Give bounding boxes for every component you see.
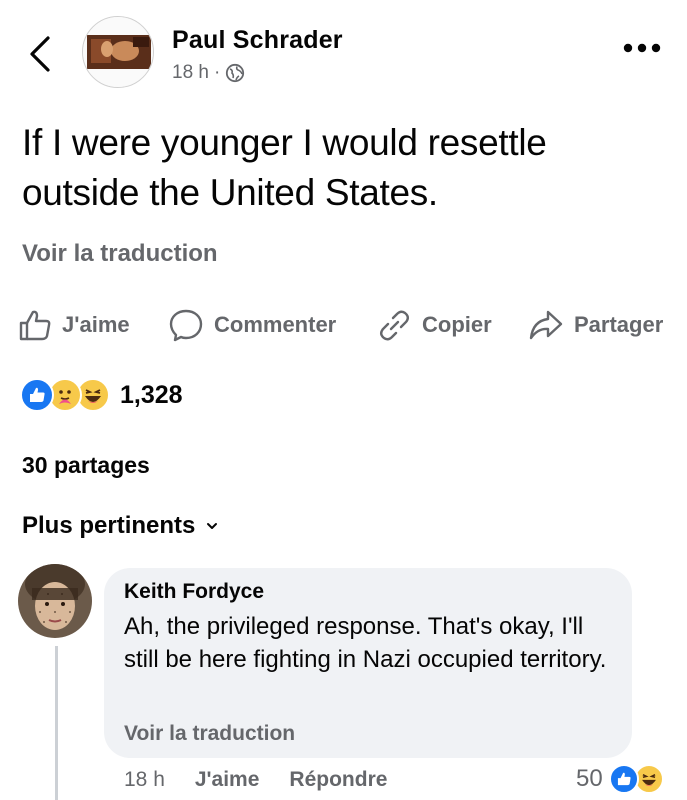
comment-label: Commenter: [214, 312, 337, 337]
reactions-summary[interactable]: 1,328: [20, 378, 183, 412]
share-arrow-icon: [529, 310, 563, 340]
thumbs-up-icon: [19, 310, 51, 341]
avatar-photo: [83, 17, 153, 87]
chevron-left-icon: [30, 36, 50, 72]
commenter-avatar[interactable]: [18, 564, 92, 638]
chevron-down-icon: [207, 523, 218, 529]
post-time[interactable]: 18 h: [172, 62, 209, 84]
like-label: J'aime: [62, 312, 130, 337]
comment-reply-button[interactable]: Répondre: [289, 768, 387, 792]
more-dots-icon: [623, 43, 661, 53]
meta-separator: ·: [213, 62, 221, 83]
like-button[interactable]: J'aime: [18, 308, 130, 342]
comment-sort-dropdown[interactable]: Plus pertinents: [22, 512, 219, 540]
commenter-name[interactable]: Keith Fordyce: [124, 580, 264, 604]
copy-button[interactable]: Copier: [376, 308, 492, 342]
author-name[interactable]: Paul Schrader: [172, 26, 343, 55]
like-reaction-icon: [20, 378, 54, 412]
comment-time[interactable]: 18 h: [124, 768, 165, 792]
thread-line: [55, 646, 58, 800]
comment-button[interactable]: Commenter: [168, 308, 336, 342]
comment-reaction-count: 50: [576, 765, 603, 792]
more-options-button[interactable]: [622, 40, 662, 56]
globe-icon: [226, 63, 245, 83]
see-translation-link[interactable]: Voir la traduction: [22, 240, 218, 268]
comment-reactions[interactable]: 50: [576, 764, 664, 794]
comment-see-translation-link[interactable]: Voir la traduction: [124, 722, 295, 746]
comment-footer: 18 h J'aime Répondre: [124, 768, 387, 792]
comment-like-button[interactable]: J'aime: [195, 768, 260, 792]
share-button[interactable]: Partager: [528, 308, 663, 342]
post-text: If I were younger I would resettle outsi…: [22, 122, 547, 213]
commenter-photo: [18, 564, 92, 638]
author-avatar[interactable]: [82, 16, 154, 88]
comment-text: Ah, the privileged response. That's okay…: [124, 613, 607, 673]
post-meta: 18 h ·: [172, 62, 245, 84]
reaction-count[interactable]: 1,328: [120, 381, 183, 410]
copy-label: Copier: [422, 312, 492, 337]
like-reaction-icon: [608, 764, 639, 794]
share-count[interactable]: 30 partages: [22, 452, 150, 479]
comment-bubble-icon: [169, 309, 203, 342]
share-label: Partager: [574, 312, 664, 337]
sort-label: Plus pertinents: [22, 512, 196, 539]
back-button[interactable]: [24, 34, 58, 74]
link-icon: [380, 310, 409, 341]
